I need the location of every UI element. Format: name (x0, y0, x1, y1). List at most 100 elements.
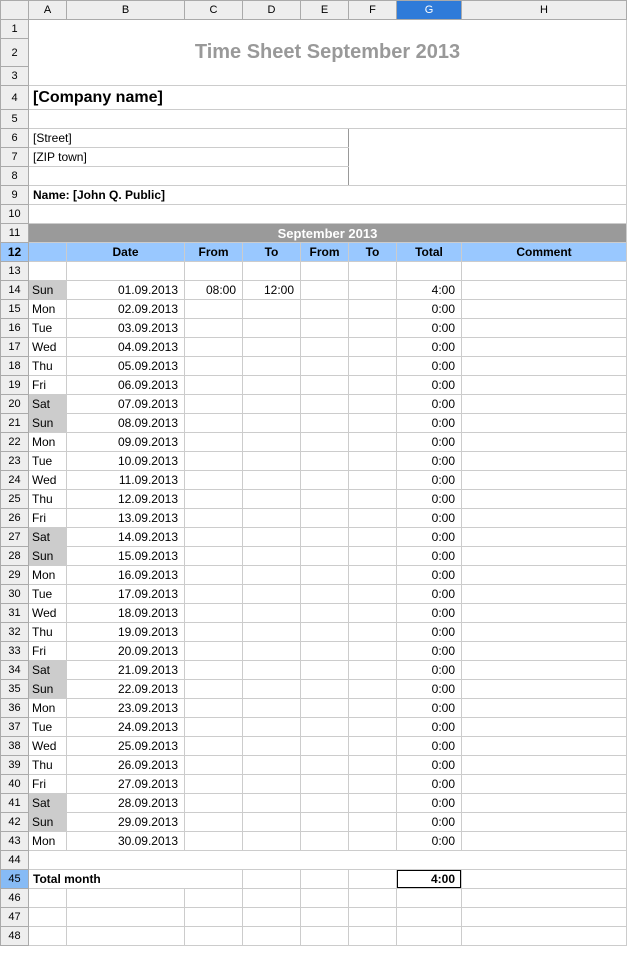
row-header-31[interactable]: 31 (1, 604, 29, 623)
cell[interactable] (462, 908, 627, 927)
to1-cell[interactable] (243, 661, 301, 680)
comment-cell[interactable] (462, 699, 627, 718)
table-header-to[interactable]: To (243, 243, 301, 262)
date-cell[interactable]: 03.09.2013 (67, 319, 185, 338)
to1-cell[interactable] (243, 566, 301, 585)
from1-cell[interactable] (185, 452, 243, 471)
to1-cell[interactable] (243, 699, 301, 718)
cell[interactable] (301, 870, 349, 889)
total-cell[interactable]: 0:00 (397, 661, 462, 680)
cell[interactable] (185, 262, 243, 281)
from2-cell[interactable] (301, 490, 349, 509)
to1-cell[interactable] (243, 642, 301, 661)
row-header-11[interactable]: 11 (1, 224, 29, 243)
table-header-total[interactable]: Total (397, 243, 462, 262)
row-header-6[interactable]: 6 (1, 129, 29, 148)
from2-cell[interactable] (301, 452, 349, 471)
zip-cell[interactable]: [ZIP town] (29, 148, 349, 167)
day-cell[interactable]: Thu (29, 490, 67, 509)
total-cell[interactable]: 0:00 (397, 623, 462, 642)
date-cell[interactable]: 13.09.2013 (67, 509, 185, 528)
to1-cell[interactable] (243, 395, 301, 414)
to1-cell[interactable] (243, 813, 301, 832)
date-cell[interactable]: 11.09.2013 (67, 471, 185, 490)
to2-cell[interactable] (349, 528, 397, 547)
cell[interactable] (185, 927, 243, 946)
comment-cell[interactable] (462, 471, 627, 490)
row-header-5[interactable]: 5 (1, 110, 29, 129)
comment-cell[interactable] (462, 737, 627, 756)
to1-cell[interactable] (243, 718, 301, 737)
col-header-G[interactable]: G (397, 1, 462, 20)
row-header-45[interactable]: 45 (1, 870, 29, 889)
from1-cell[interactable] (185, 737, 243, 756)
row-header-36[interactable]: 36 (1, 699, 29, 718)
from1-cell[interactable] (185, 642, 243, 661)
date-cell[interactable]: 20.09.2013 (67, 642, 185, 661)
date-cell[interactable]: 21.09.2013 (67, 661, 185, 680)
row-header-25[interactable]: 25 (1, 490, 29, 509)
sheet-title[interactable]: Time Sheet September 2013 (29, 39, 627, 67)
cell[interactable] (301, 908, 349, 927)
from2-cell[interactable] (301, 642, 349, 661)
to2-cell[interactable] (349, 547, 397, 566)
to2-cell[interactable] (349, 395, 397, 414)
total-cell[interactable]: 0:00 (397, 452, 462, 471)
day-cell[interactable]: Fri (29, 775, 67, 794)
date-cell[interactable]: 05.09.2013 (67, 357, 185, 376)
from2-cell[interactable] (301, 300, 349, 319)
name-cell[interactable]: Name: [John Q. Public] (29, 186, 627, 205)
row-header-46[interactable]: 46 (1, 889, 29, 908)
from1-cell[interactable] (185, 794, 243, 813)
cell[interactable] (462, 870, 627, 889)
to1-cell[interactable] (243, 756, 301, 775)
col-header-B[interactable]: B (67, 1, 185, 20)
date-cell[interactable]: 14.09.2013 (67, 528, 185, 547)
comment-cell[interactable] (462, 509, 627, 528)
cell[interactable] (349, 927, 397, 946)
to2-cell[interactable] (349, 452, 397, 471)
day-cell[interactable]: Sun (29, 547, 67, 566)
day-cell[interactable]: Thu (29, 357, 67, 376)
date-cell[interactable]: 19.09.2013 (67, 623, 185, 642)
total-month-label[interactable]: Total month (29, 870, 243, 889)
date-cell[interactable]: 12.09.2013 (67, 490, 185, 509)
from2-cell[interactable] (301, 281, 349, 300)
from1-cell[interactable] (185, 319, 243, 338)
row-header-48[interactable]: 48 (1, 927, 29, 946)
to2-cell[interactable] (349, 718, 397, 737)
total-cell[interactable]: 0:00 (397, 490, 462, 509)
comment-cell[interactable] (462, 623, 627, 642)
from1-cell[interactable] (185, 585, 243, 604)
total-cell[interactable]: 0:00 (397, 338, 462, 357)
row-header-9[interactable]: 9 (1, 186, 29, 205)
row-header-35[interactable]: 35 (1, 680, 29, 699)
to2-cell[interactable] (349, 794, 397, 813)
day-cell[interactable]: Fri (29, 376, 67, 395)
month-bar[interactable]: September 2013 (29, 224, 627, 243)
from1-cell[interactable] (185, 547, 243, 566)
comment-cell[interactable] (462, 642, 627, 661)
day-cell[interactable]: Fri (29, 642, 67, 661)
from1-cell[interactable] (185, 300, 243, 319)
from1-cell[interactable] (185, 623, 243, 642)
cell[interactable] (29, 927, 67, 946)
row-header-47[interactable]: 47 (1, 908, 29, 927)
day-cell[interactable]: Sat (29, 794, 67, 813)
to1-cell[interactable] (243, 528, 301, 547)
to1-cell[interactable] (243, 775, 301, 794)
cell[interactable] (397, 889, 462, 908)
date-cell[interactable]: 07.09.2013 (67, 395, 185, 414)
col-header-C[interactable]: C (185, 1, 243, 20)
comment-cell[interactable] (462, 433, 627, 452)
to1-cell[interactable] (243, 414, 301, 433)
from1-cell[interactable] (185, 509, 243, 528)
to1-cell[interactable] (243, 452, 301, 471)
total-cell[interactable]: 0:00 (397, 471, 462, 490)
row-header-42[interactable]: 42 (1, 813, 29, 832)
cell[interactable] (397, 927, 462, 946)
row-header-43[interactable]: 43 (1, 832, 29, 851)
date-cell[interactable]: 23.09.2013 (67, 699, 185, 718)
to2-cell[interactable] (349, 471, 397, 490)
comment-cell[interactable] (462, 338, 627, 357)
